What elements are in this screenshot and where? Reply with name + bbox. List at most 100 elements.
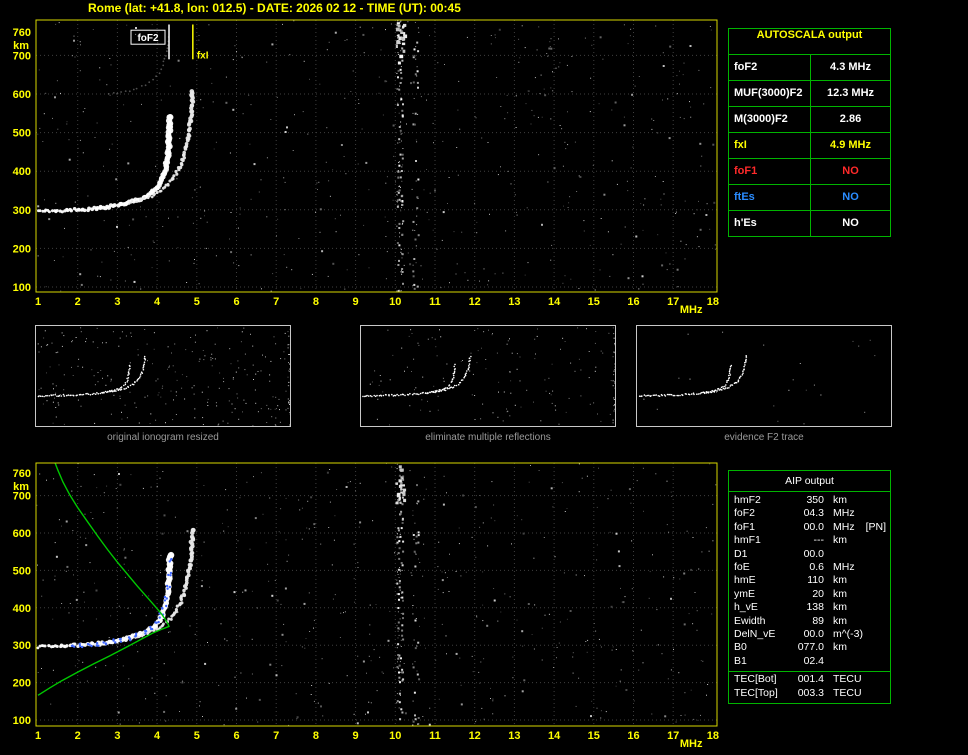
autoscala-row-label: h'Es [729, 211, 811, 236]
aip-table-title: AIP output [729, 471, 890, 492]
aip-row: foF1 00.0 MHz [PN] [729, 521, 890, 534]
svg-text:MHz: MHz [680, 738, 703, 750]
autoscala-row-label: MUF(3000)F2 [729, 81, 811, 106]
aip-row-label: hmF1 [734, 534, 761, 547]
svg-text:100: 100 [13, 282, 31, 294]
aip-row-extra [864, 673, 890, 687]
svg-text:600: 600 [13, 89, 31, 101]
svg-text:760: 760 [13, 27, 31, 39]
svg-text:200: 200 [13, 678, 31, 690]
aip-row-unit: m^(-3) [833, 627, 864, 640]
aip-row-extra: [PN] [865, 520, 886, 533]
thumbnail-evidence-f2-trace [636, 325, 892, 427]
aip-row-value: 138 [806, 601, 824, 614]
svg-text:13: 13 [508, 296, 520, 308]
autoscala-row-value: 4.3 MHz [830, 61, 871, 73]
autoscaled-ionogram-plot: 760700600500400300200100km1 2 3 4 5 6 7 8 9 10 11 1… [13, 19, 719, 314]
aip-row: B1 02.4 [729, 655, 890, 668]
svg-text:7: 7 [273, 296, 279, 308]
aip-row: hmF1 --- km [729, 534, 890, 547]
autoscala-row: MUF(3000)F2 12.3 MHz [729, 81, 890, 107]
aip-row-label: D1 [734, 547, 748, 560]
autoscala-row-label: foF1 [729, 159, 811, 184]
svg-text:500: 500 [13, 565, 31, 577]
aip-row-unit: MHz [833, 560, 855, 573]
aip-row-unit: MHz [833, 520, 855, 533]
aip-row: TEC[Bot] 001.4 TECU [729, 673, 890, 687]
svg-text:1: 1 [35, 296, 41, 308]
aip-row-unit: km [833, 534, 847, 547]
svg-text:14: 14 [548, 730, 561, 742]
aip-table: AIP output hmF2 350 km foF2 04.3 MHz foF1 00.0 M… [728, 470, 891, 704]
svg-text:km: km [13, 481, 29, 493]
autoscala-row: ftEs NO [729, 185, 890, 211]
autoscala-row: foF1 NO [729, 159, 890, 185]
aip-row: D1 00.0 [729, 548, 890, 561]
svg-text:km: km [13, 40, 29, 52]
aip-row-value: 00.0 [803, 547, 824, 560]
aip-row-label: B1 [734, 654, 747, 667]
aip-row-label: foF2 [734, 507, 756, 520]
aip-row-value: 20 [812, 587, 824, 600]
aip-row-unit [824, 548, 864, 561]
aip-row-value: 02.4 [803, 654, 824, 667]
aip-row-extra [864, 548, 890, 561]
aip-row-label: foF1 [734, 520, 756, 533]
thumbnail-caption-eliminate: eliminate multiple reflections [425, 432, 551, 443]
thumbnail-original-ionogram [35, 325, 291, 427]
aip-row-extra [864, 628, 890, 641]
aip-row-value: 110 [807, 574, 824, 587]
svg-text:18: 18 [707, 296, 719, 308]
aip-row: DelN_vE 00.0 m^(-3) [729, 628, 890, 641]
autoscala-row-value: 4.9 MHz [830, 139, 871, 151]
svg-text:17: 17 [667, 296, 679, 308]
autoscala-row-value: 12.3 MHz [826, 87, 875, 99]
aip-row-label: TEC[Bot] [734, 673, 777, 686]
svg-text:16: 16 [627, 296, 639, 308]
svg-text:2: 2 [75, 730, 81, 742]
ionosonde-app: { "header": { "title": "Rome (lat: +41.8… [0, 0, 968, 755]
aip-row-extra [864, 588, 890, 601]
svg-text:8: 8 [313, 296, 319, 308]
svg-text:4: 4 [154, 730, 161, 742]
profile-ionogram-plot: 760700600500400300200100km1 2 3 4 5 6 7 8 9 10 11 1… [13, 462, 719, 750]
autoscala-row-value: NO [842, 165, 859, 177]
aip-row-extra [864, 494, 890, 507]
svg-text:8: 8 [313, 730, 319, 742]
thumbnail-caption-evidence: evidence F2 trace [724, 432, 804, 443]
header-title: Rome (lat: +41.8, lon: 012.5) - DATE: 20… [88, 1, 461, 15]
aip-row-value: 00.0 [803, 627, 824, 640]
aip-row-extra [864, 655, 890, 668]
thumbnail-eliminate-reflections [360, 325, 616, 427]
svg-text:5: 5 [194, 296, 200, 308]
svg-text:5: 5 [194, 730, 200, 742]
aip-row: ymE 20 km [729, 588, 890, 601]
autoscala-row: M(3000)F2 2.86 [729, 107, 890, 133]
svg-text:10: 10 [389, 296, 401, 308]
autoscala-row-label: fxI [729, 133, 811, 158]
autoscala-table: AUTOSCALA output foF2 4.3 MHz MUF(3000)F2 1… [728, 28, 891, 237]
aip-row-value: 89 [812, 614, 824, 627]
aip-row-label: Ewidth [734, 614, 766, 627]
svg-text:13: 13 [508, 730, 520, 742]
svg-text:6: 6 [233, 730, 239, 742]
aip-row-unit: MHz [833, 507, 855, 520]
aip-row-unit: km [833, 601, 847, 614]
aip-row-value: 0.6 [809, 560, 824, 573]
aip-row: hmF2 350 km [729, 494, 890, 507]
svg-text:200: 200 [13, 243, 31, 255]
aip-row-extra [864, 615, 890, 628]
aip-row-unit: km [833, 641, 847, 654]
svg-text:300: 300 [13, 205, 31, 217]
aip-row-extra [864, 601, 890, 614]
aip-row-unit: TECU [833, 686, 862, 699]
aip-row-unit: TECU [833, 673, 862, 686]
aip-row-value: 003.3 [797, 686, 824, 699]
aip-row-value: 04.3 [803, 507, 824, 520]
aip-row-label: DelN_vE [734, 627, 776, 640]
svg-text:760: 760 [13, 468, 31, 480]
autoscala-row-label: M(3000)F2 [729, 107, 811, 132]
svg-text:6: 6 [233, 296, 239, 308]
aip-row: hmE 110 km [729, 574, 890, 587]
aip-row-label: hmE [734, 574, 756, 587]
